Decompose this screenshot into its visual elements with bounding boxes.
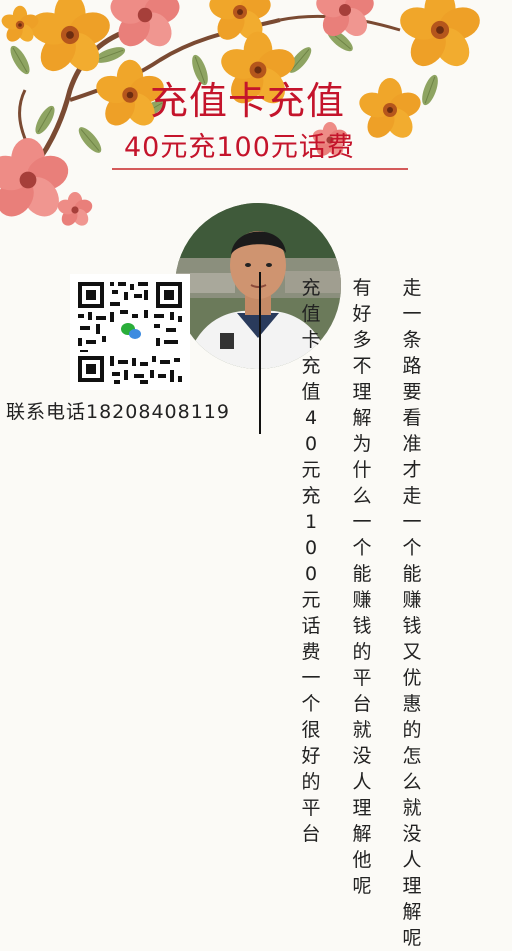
title-divider <box>112 168 408 170</box>
text-column-1: 走一条路要看准才走一个能赚钱又优惠的怎么就没人理解呢 <box>402 277 422 949</box>
text-column-2: 有好多不理解为什么一个能赚钱的平台就没人理解他呢 <box>352 277 372 897</box>
vertical-divider <box>259 272 261 434</box>
contact-phone: 联系电话18208408119 <box>6 401 230 423</box>
page-title: 充值卡充值 <box>150 79 346 123</box>
text-column-3: 充值卡充值40元充100元话费一个很好的平台 <box>301 277 321 845</box>
page-subtitle: 40元充100元话费 <box>124 132 355 163</box>
qr-code-icon <box>70 274 190 390</box>
